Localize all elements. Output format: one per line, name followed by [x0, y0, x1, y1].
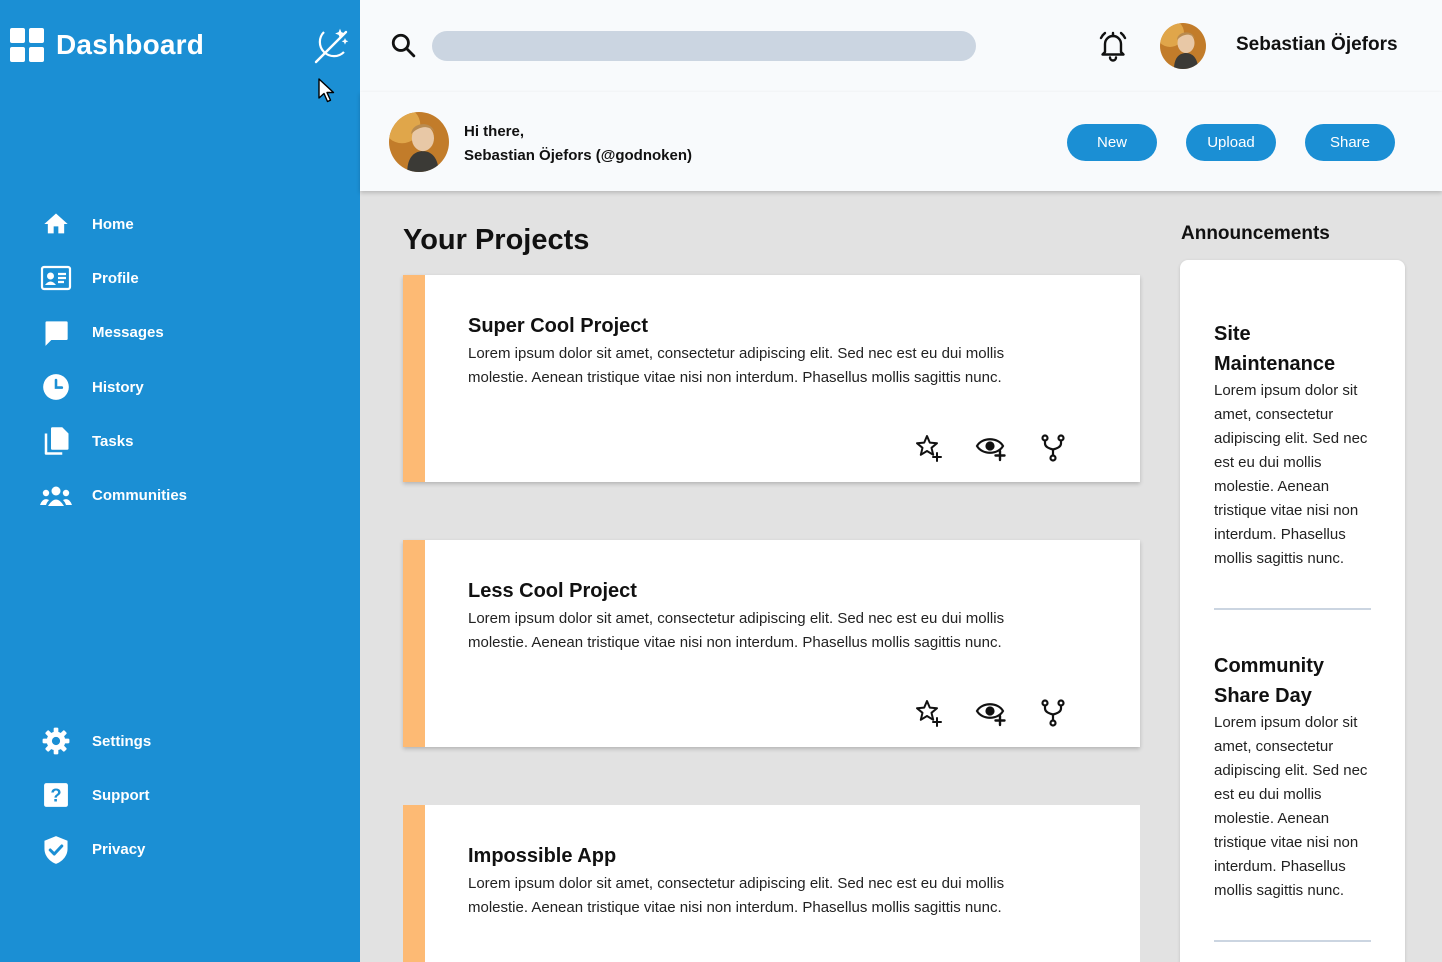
bell-icon[interactable]	[1096, 29, 1130, 63]
project-card[interactable]: Less Cool Project Lorem ipsum dolor sit …	[403, 540, 1140, 747]
documents-icon	[38, 423, 74, 459]
project-actions	[913, 697, 1099, 729]
help-icon: ?	[38, 777, 74, 813]
announcement-item[interactable]: Site Maintenance Lorem ipsum dolor sit a…	[1214, 319, 1374, 571]
theme-toggle-icon[interactable]	[310, 26, 350, 66]
upload-button[interactable]: Upload	[1186, 124, 1276, 161]
greeting-text: Hi there, Sebastian Öjefors (@godnoken)	[464, 120, 692, 168]
id-card-icon	[38, 260, 74, 296]
user-name[interactable]: Sebastian Öjefors	[1236, 34, 1398, 56]
message-icon	[38, 315, 74, 351]
announcement-body: Lorem ipsum dolor sit amet, consectetur …	[1214, 714, 1368, 899]
sidebar-item-profile[interactable]: Profile	[38, 251, 187, 305]
project-description: Lorem ipsum dolor sit amet, consectetur …	[468, 875, 1005, 916]
top-bar: Sebastian Öjefors	[360, 0, 1442, 92]
star-plus-icon[interactable]	[913, 697, 945, 729]
announcement-title: Site Maintenance	[1214, 323, 1336, 375]
project-description: Lorem ipsum dolor sit amet, consectetur …	[468, 345, 1005, 386]
greeting-line: Hi there,	[464, 123, 525, 140]
fork-icon[interactable]	[1037, 697, 1069, 729]
sidebar-item-label: Communities	[92, 487, 188, 505]
projects-title: Your Projects	[403, 224, 590, 256]
gear-icon	[38, 723, 74, 759]
announcements-panel: Site Maintenance Lorem ipsum dolor sit a…	[1180, 260, 1405, 962]
search-input[interactable]	[432, 31, 976, 61]
card-accent	[403, 540, 425, 747]
announcement-item[interactable]: Community Share Day Lorem ipsum dolor si…	[1214, 651, 1374, 903]
sidebar-item-support[interactable]: ? Support	[38, 768, 151, 822]
sidebar: Dashboard Home Profile Messages History …	[0, 0, 360, 962]
project-title[interactable]: Less Cool Project	[468, 580, 637, 603]
sidebar-item-home[interactable]: Home	[38, 197, 187, 251]
avatar[interactable]	[389, 112, 449, 172]
divider	[1214, 940, 1371, 942]
search-icon[interactable]	[390, 32, 416, 58]
sidebar-item-label: History	[92, 378, 144, 396]
sidebar-item-label: Support	[92, 786, 150, 804]
sidebar-item-label: Privacy	[92, 841, 146, 859]
star-plus-icon[interactable]	[913, 432, 945, 464]
sidebar-item-history[interactable]: History	[38, 360, 187, 414]
sidebar-item-label: Settings	[92, 732, 152, 750]
project-title[interactable]: Impossible App	[468, 845, 616, 868]
shield-icon	[38, 832, 74, 868]
project-title[interactable]: Super Cool Project	[468, 315, 648, 338]
card-accent	[403, 275, 425, 482]
fork-icon[interactable]	[1037, 432, 1069, 464]
home-icon	[38, 206, 74, 242]
sidebar-item-label: Tasks	[92, 432, 134, 450]
greeting-user: Sebastian Öjefors (@godnoken)	[464, 147, 692, 164]
group-icon	[38, 478, 74, 514]
mouse-cursor-icon	[318, 78, 335, 103]
grid-icon	[10, 28, 44, 62]
announcements-title: Announcements	[1181, 223, 1330, 244]
sidebar-nav-secondary: Settings ? Support Privacy	[38, 714, 151, 877]
sidebar-item-privacy[interactable]: Privacy	[38, 823, 151, 877]
project-description: Lorem ipsum dolor sit amet, consectetur …	[468, 610, 1005, 651]
sidebar-item-settings[interactable]: Settings	[38, 714, 151, 768]
sidebar-item-messages[interactable]: Messages	[38, 306, 187, 360]
divider	[1214, 608, 1371, 610]
eye-plus-icon[interactable]	[975, 697, 1007, 729]
brand-title: Dashboard	[56, 29, 205, 60]
sidebar-item-label: Home	[92, 215, 134, 233]
project-card[interactable]: Impossible App Lorem ipsum dolor sit ame…	[403, 805, 1140, 962]
brand[interactable]: Dashboard	[10, 28, 204, 62]
sidebar-item-communities[interactable]: Communities	[38, 468, 187, 522]
clock-icon	[38, 369, 74, 405]
sidebar-nav-main: Home Profile Messages History Tasks Comm…	[38, 197, 187, 523]
sidebar-item-label: Profile	[92, 269, 139, 287]
announcement-title: Community Share Day	[1214, 655, 1324, 707]
greeting-bar: Hi there, Sebastian Öjefors (@godnoken) …	[360, 92, 1442, 191]
sidebar-item-tasks[interactable]: Tasks	[38, 414, 187, 468]
share-button[interactable]: Share	[1305, 124, 1395, 161]
new-button[interactable]: New	[1067, 124, 1157, 161]
sidebar-item-label: Messages	[92, 324, 164, 342]
card-accent	[403, 805, 425, 962]
project-card[interactable]: Super Cool Project Lorem ipsum dolor sit…	[403, 275, 1140, 482]
project-actions	[913, 432, 1099, 464]
eye-plus-icon[interactable]	[975, 432, 1007, 464]
svg-text:?: ?	[50, 785, 61, 806]
avatar[interactable]	[1160, 23, 1206, 69]
announcement-body: Lorem ipsum dolor sit amet, consectetur …	[1214, 382, 1368, 567]
